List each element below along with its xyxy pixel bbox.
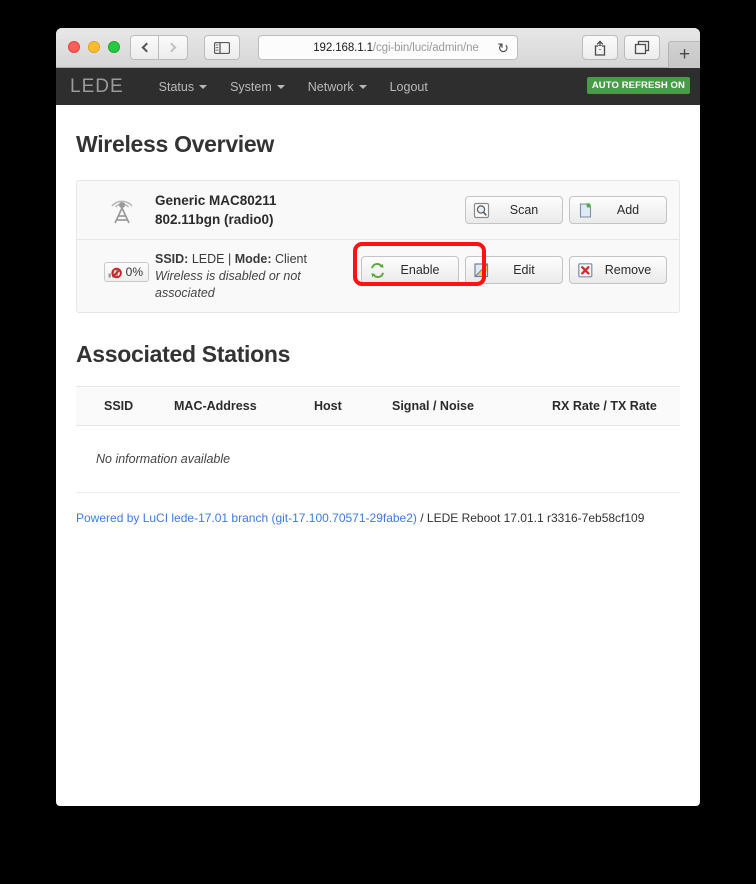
menu-item-network[interactable]: Network <box>297 74 378 100</box>
radio-icon-cell <box>89 192 155 228</box>
url-path: /cgi-bin/luci/admin/ne <box>372 41 479 54</box>
remove-x-icon <box>578 262 593 277</box>
reload-icon[interactable]: ↻ <box>497 40 509 56</box>
ssid-value: LEDE <box>191 252 225 266</box>
radio-name: Generic MAC80211 802.11bgn (radio0) <box>155 191 465 229</box>
forward-button[interactable] <box>159 35 188 60</box>
address-bar-text: 192.168.1.1/cgi-bin/luci/admin/ne <box>297 41 479 54</box>
radio-actions: Scan Add <box>465 196 667 224</box>
stations-empty-message: No information available <box>76 425 680 493</box>
signal-cell: 0% <box>89 250 155 282</box>
scan-button-label: Scan <box>509 203 539 217</box>
column-header-host: Host <box>308 386 386 426</box>
firmware-version-text: / LEDE Reboot 17.01.1 r3316-7eb58cf109 <box>416 511 645 525</box>
wifi-tower-icon <box>111 200 133 224</box>
enable-button[interactable]: Enable <box>361 256 459 284</box>
interface-actions: Enable Edit Remove <box>353 242 667 286</box>
add-button[interactable]: Add <box>569 196 667 224</box>
stations-header-row: SSID MAC-Address Host Signal / Noise RX … <box>76 386 680 426</box>
share-button[interactable] <box>582 35 618 60</box>
edit-button[interactable]: Edit <box>465 256 563 284</box>
menu-item-system-label: System <box>230 79 272 94</box>
toolbar-right-buttons <box>582 35 660 60</box>
address-bar[interactable]: 192.168.1.1/cgi-bin/luci/admin/ne ↻ <box>258 35 518 60</box>
menu-item-logout[interactable]: Logout <box>379 74 439 100</box>
share-icon <box>594 39 606 56</box>
add-button-label: Add <box>616 203 640 217</box>
browser-window: 192.168.1.1/cgi-bin/luci/admin/ne ↻ + LE… <box>56 28 700 806</box>
auto-refresh-badge[interactable]: AUTO REFRESH ON <box>586 77 690 94</box>
edit-button-label: Edit <box>513 263 535 277</box>
scan-button[interactable]: Scan <box>465 196 563 224</box>
chevron-down-icon <box>276 85 285 90</box>
sidebar-toggle-icon <box>214 41 230 54</box>
ssid-label: SSID: <box>155 252 189 266</box>
chevron-down-icon <box>358 85 367 90</box>
column-header-mac: MAC-Address <box>168 386 308 426</box>
interface-info: SSID: LEDE | Mode: Client Wireless is di… <box>155 250 350 302</box>
remove-button-label: Remove <box>604 263 652 277</box>
table-row: No information available <box>76 425 680 493</box>
enable-refresh-icon <box>371 262 384 278</box>
search-icon <box>473 202 490 218</box>
minimize-window-button[interactable] <box>88 41 100 53</box>
sidebar-toggle-button[interactable] <box>204 35 240 60</box>
chevron-down-icon <box>199 85 208 90</box>
associated-stations-title: Associated Stations <box>76 341 291 367</box>
menu-item-system[interactable]: System <box>219 74 296 100</box>
stations-table-body: No information available <box>76 425 680 493</box>
stations-table-head: SSID MAC-Address Host Signal / Noise RX … <box>76 386 680 426</box>
show-tabs-icon <box>634 40 650 55</box>
luci-version-link[interactable]: Powered by LuCI lede-17.01 branch (git-1… <box>76 511 417 525</box>
url-host: 192.168.1.1 <box>313 41 373 54</box>
menu-item-status-label: Status <box>158 79 195 94</box>
back-button[interactable] <box>130 35 159 60</box>
mode-value: Client <box>275 252 307 266</box>
add-document-icon <box>579 202 592 218</box>
luci-logo: LEDE <box>70 75 124 97</box>
page-content: Wireless Overview Generic MAC80211 802.1… <box>56 131 700 535</box>
signal-percent: 0% <box>125 265 143 279</box>
menu-item-network-label: Network <box>307 79 354 94</box>
new-tab-button[interactable]: + <box>668 41 700 68</box>
remove-button[interactable]: Remove <box>569 256 667 284</box>
page-title: Wireless Overview <box>76 131 274 157</box>
chevron-right-icon <box>166 42 177 53</box>
show-tabs-button[interactable] <box>624 35 660 60</box>
window-controls <box>68 41 120 53</box>
close-window-button[interactable] <box>68 41 80 53</box>
wireless-radio-panel: Generic MAC80211 802.11bgn (radio0) Scan <box>76 180 680 313</box>
radio-header-row: Generic MAC80211 802.11bgn (radio0) Scan <box>77 181 679 240</box>
column-header-ssid: SSID <box>76 386 168 426</box>
signal-badge: 0% <box>103 262 149 282</box>
associated-stations-table: SSID MAC-Address Host Signal / Noise RX … <box>76 386 680 493</box>
mode-label: Mode: <box>234 252 272 266</box>
interface-status: Wireless is disabled or not associated <box>155 269 301 300</box>
menu-item-status[interactable]: Status <box>148 74 218 100</box>
main-menu: Status System Network Logout <box>148 74 439 100</box>
info-separator: | <box>227 252 232 266</box>
radio-name-line1: Generic MAC80211 <box>155 193 277 208</box>
wireless-interface-row: 0% SSID: LEDE | Mode: Client Wireless is… <box>77 240 679 312</box>
browser-toolbar: 192.168.1.1/cgi-bin/luci/admin/ne ↻ + <box>56 28 700 68</box>
enable-button-label: Enable <box>400 263 440 277</box>
page-footer: Powered by LuCI lede-17.01 branch (git-1… <box>76 493 680 535</box>
column-header-signal: Signal / Noise <box>386 386 546 426</box>
navigation-buttons <box>130 35 188 60</box>
chevron-left-icon <box>141 42 151 53</box>
signal-disabled-icon <box>108 267 122 279</box>
radio-name-line2: 802.11bgn (radio0) <box>155 212 274 227</box>
maximize-window-button[interactable] <box>108 41 120 53</box>
luci-header: LEDE Status System Network Logout AUTO R… <box>56 68 700 105</box>
column-header-rate: RX Rate / TX Rate <box>546 386 680 426</box>
edit-pencil-icon <box>474 262 489 277</box>
